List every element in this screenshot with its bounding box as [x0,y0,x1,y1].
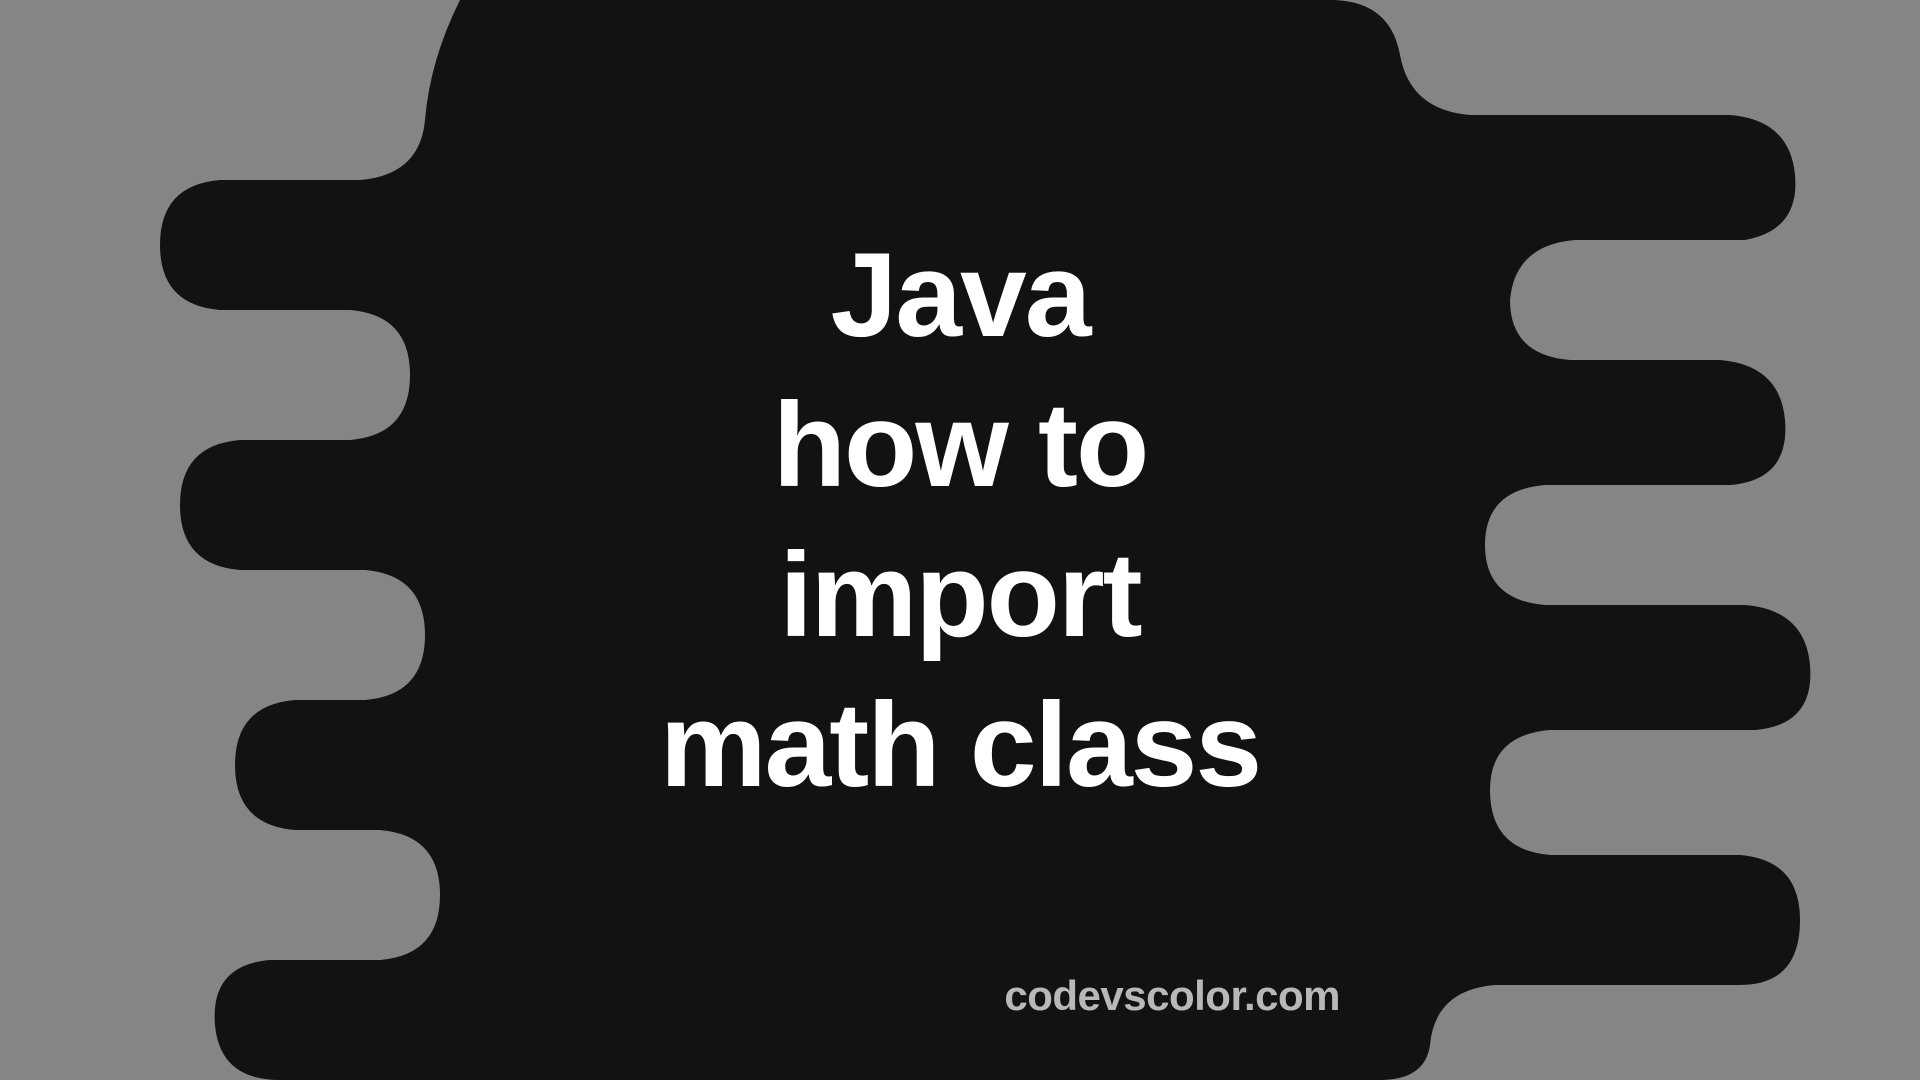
title-line-1: Java [831,220,1090,370]
title-line-3: import [779,520,1140,670]
title-line-4: math class [660,670,1260,820]
banner-container: Java how to import math class codevscolo… [0,0,1920,1080]
title-line-2: how to [773,370,1148,520]
watermark-text: codevscolor.com [1004,972,1340,1020]
content-area: Java how to import math class [0,0,1920,1080]
